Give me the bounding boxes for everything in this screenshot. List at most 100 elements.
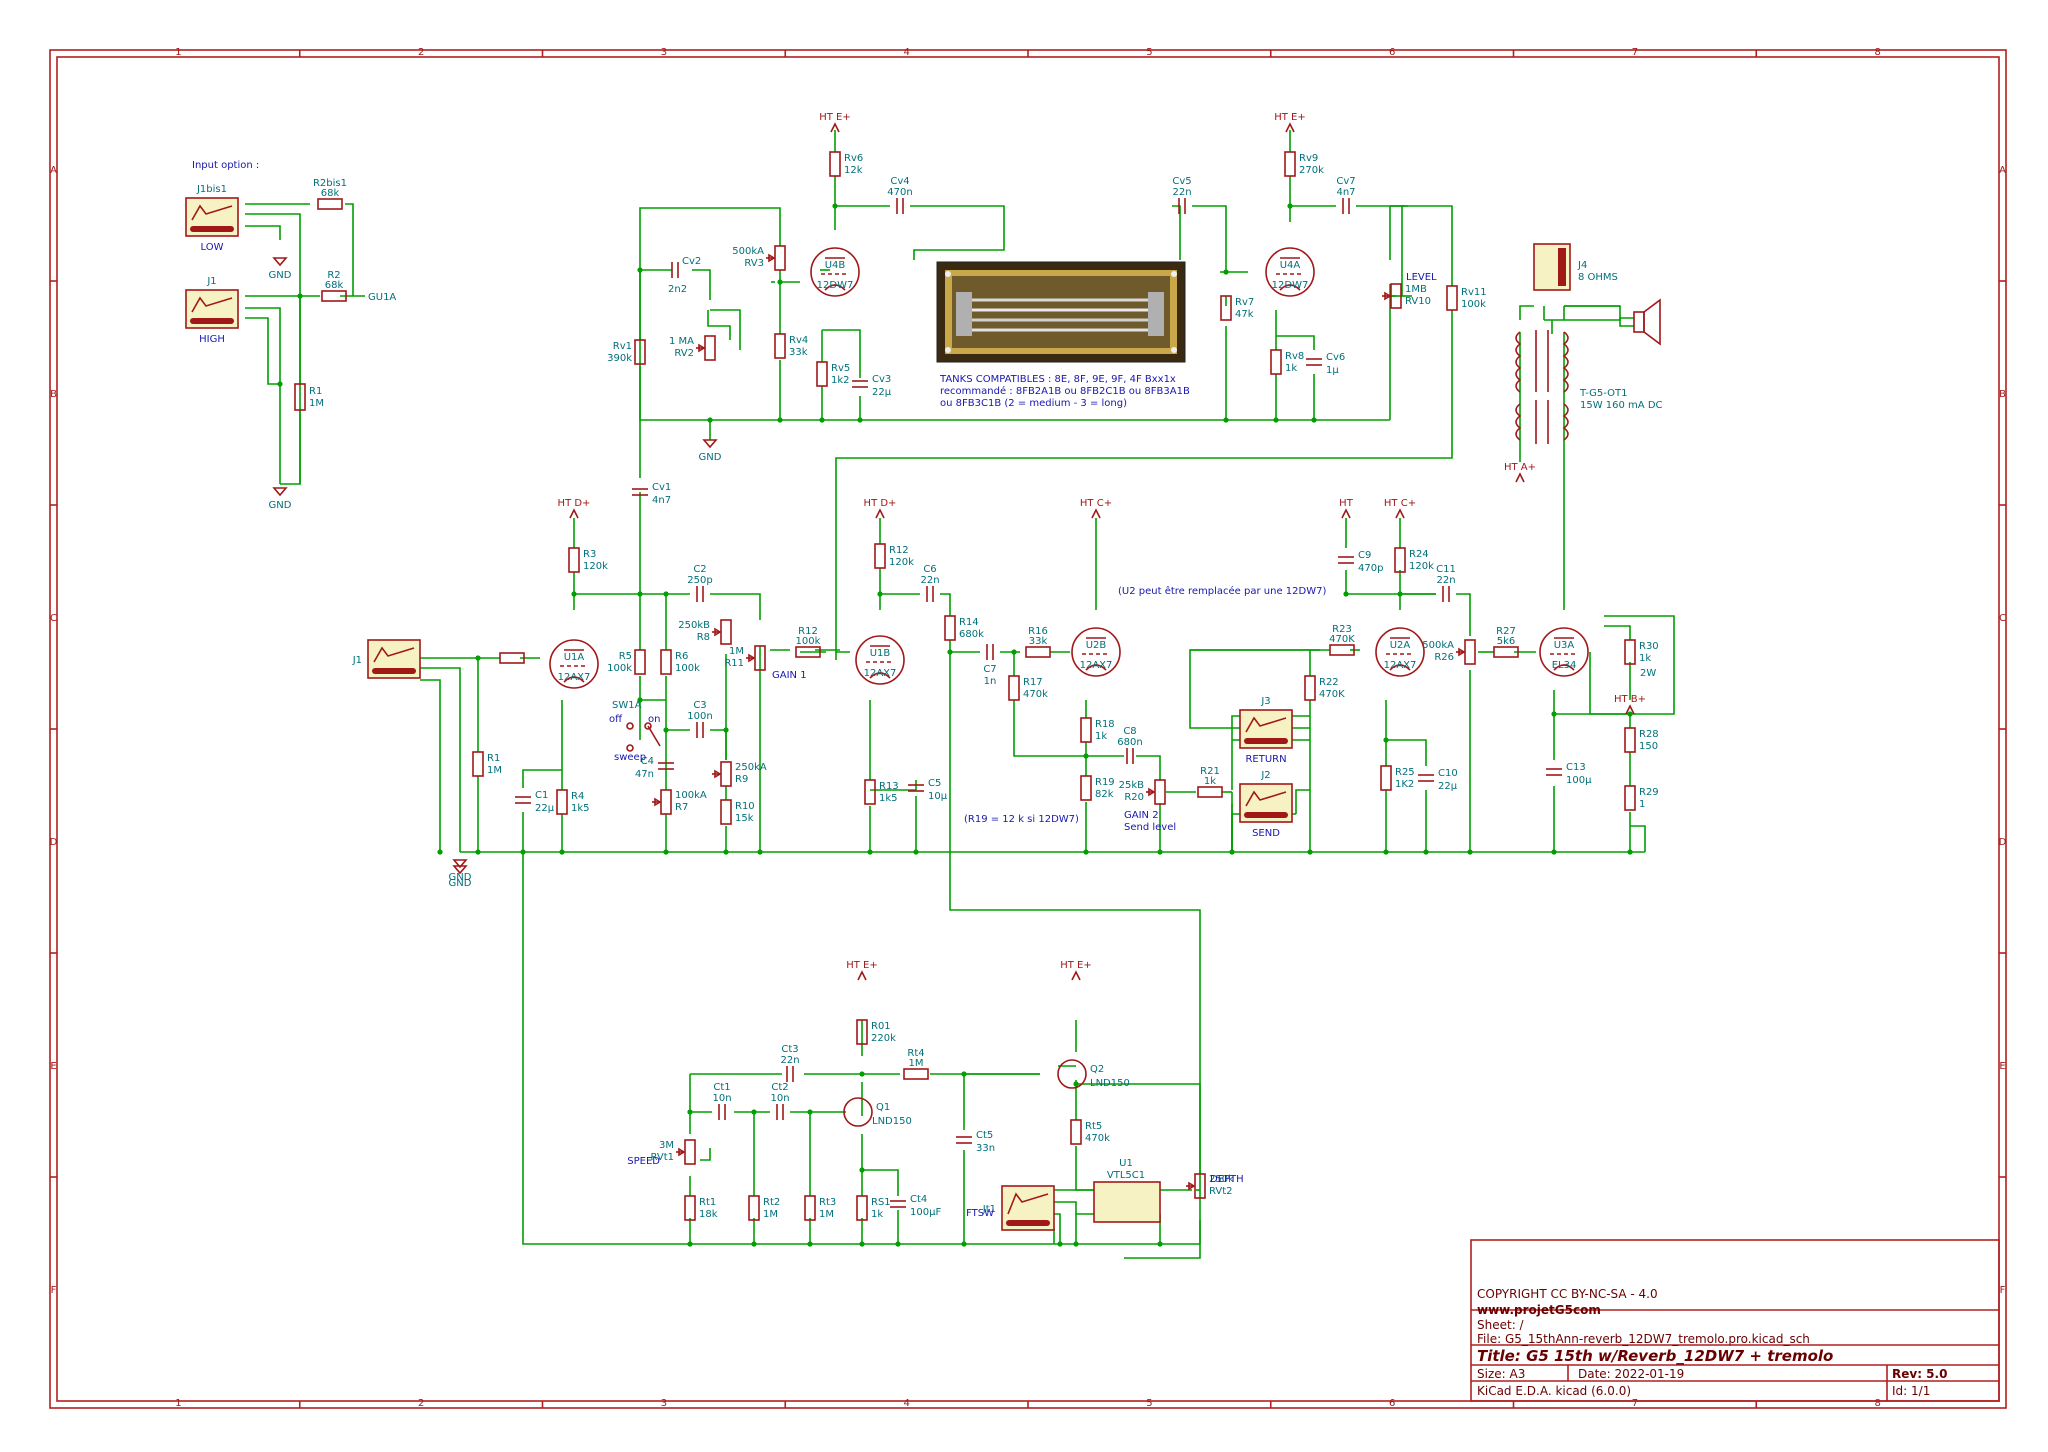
grid-col-bot: 4 xyxy=(903,1398,909,1409)
value-r8: 250kB xyxy=(678,620,710,631)
junction-dot xyxy=(947,649,953,655)
ref-cv5: Cv5 xyxy=(1172,176,1191,187)
value-c13: 100µ xyxy=(1566,775,1592,786)
ref-r1-input: R1 xyxy=(309,386,322,397)
resistor-rt4 xyxy=(903,1068,929,1080)
gnd-label: GND xyxy=(269,270,292,281)
ref-rt1: Rt1 xyxy=(699,1197,716,1208)
ref-u4b: U4B xyxy=(825,260,846,271)
potentiometer-rv3 xyxy=(774,245,786,271)
ref-rv2: RV2 xyxy=(674,348,694,359)
junction-dot xyxy=(777,279,783,285)
ref-r29: R29 xyxy=(1639,787,1659,798)
junction-dot xyxy=(297,293,303,299)
supply-arrow-icon xyxy=(857,970,867,981)
resistor-rs1 xyxy=(856,1195,868,1221)
potentiometer-r26 xyxy=(1464,639,1476,665)
junction-dot xyxy=(637,591,643,597)
junction-dot xyxy=(751,1241,757,1247)
value-u3a: EL34 xyxy=(1552,660,1577,671)
return-label: RETURN xyxy=(1245,754,1286,765)
speaker-icon xyxy=(1633,298,1661,346)
grid-row-right: C xyxy=(1999,613,2006,624)
r19-note: (R19 = 12 k si 12DW7) xyxy=(964,814,1079,825)
grid-row-right: F xyxy=(2000,1285,2006,1296)
junction-dot xyxy=(1057,1241,1063,1247)
value-r19: 82k xyxy=(1095,789,1114,800)
grid-row-right: B xyxy=(1999,389,2006,400)
resistor-r16 xyxy=(1025,646,1051,658)
grid-col-top: 5 xyxy=(1146,47,1152,58)
ref-r24: R24 xyxy=(1409,549,1429,560)
value-u2a: 12AX7 xyxy=(1384,660,1417,671)
value-rv1: 390k xyxy=(607,353,632,364)
junction-dot xyxy=(663,727,669,733)
junction-dot xyxy=(637,267,643,273)
ref-c2: C2 xyxy=(693,564,706,575)
grid-col-top: 1 xyxy=(175,47,181,58)
ref-u4a: U4A xyxy=(1280,260,1301,271)
ref-r26: R26 xyxy=(1434,652,1454,663)
tb-tool: KiCad E.D.A. kicad (6.0.0) xyxy=(1477,1384,1631,1398)
value-ct3: 22n xyxy=(780,1055,799,1066)
junction-dot xyxy=(867,849,873,855)
junction-dot xyxy=(751,1109,757,1115)
grid-col-bot: 5 xyxy=(1146,1398,1152,1409)
gnd-label: GND xyxy=(699,452,722,463)
ref-r6: R6 xyxy=(675,651,688,662)
value-rv5: 1k2 xyxy=(831,375,850,386)
junction-dot xyxy=(723,849,729,855)
resistor-r24 xyxy=(1394,547,1406,573)
value-rv3: 500kA xyxy=(732,246,764,257)
grid-row-left: D xyxy=(50,837,58,848)
jack-j1-sleeve xyxy=(190,318,234,324)
resistor-rv4 xyxy=(774,333,786,359)
junction-dot xyxy=(1627,849,1633,855)
grid-col-top: 6 xyxy=(1389,47,1395,58)
ref-rv7: Rv7 xyxy=(1235,297,1254,308)
value-c8: 680n xyxy=(1117,737,1142,748)
value-rs1: 1k xyxy=(871,1209,883,1220)
r30-power-label: 2W xyxy=(1640,668,1656,679)
ref-c10: C10 xyxy=(1438,768,1458,779)
potentiometer-r7 xyxy=(660,789,672,815)
optocoupler-u1 xyxy=(1093,1181,1161,1223)
resistor-r6 xyxy=(660,649,672,675)
ref-u1: U1 xyxy=(1119,1158,1133,1169)
resistor-r5 xyxy=(634,649,646,675)
reverb-tank-image xyxy=(936,261,1186,363)
supply-label: HT xyxy=(1339,498,1354,509)
supply-label: HT A+ xyxy=(1504,462,1536,473)
resistor-r10 xyxy=(720,799,732,825)
junction-dot xyxy=(1383,849,1389,855)
value-r14: 680k xyxy=(959,629,984,640)
value-u1: VTL5C1 xyxy=(1107,1170,1145,1181)
value-r4: 1k5 xyxy=(571,803,590,814)
value-c11: 22n xyxy=(1436,575,1455,586)
value-j4: 8 OHMS xyxy=(1578,272,1618,283)
switch-contact xyxy=(626,744,634,752)
junction-dot xyxy=(1423,849,1429,855)
switch-lever xyxy=(647,725,661,747)
supply-arrow-icon xyxy=(875,508,885,519)
grid-col-top: 3 xyxy=(661,47,667,58)
junction-dot xyxy=(1343,591,1349,597)
junction-dot xyxy=(819,417,825,423)
resistor-r18 xyxy=(1080,717,1092,743)
gnd-label: GND xyxy=(269,500,292,511)
supply-arrow-icon xyxy=(1091,508,1101,519)
resistor-rv11 xyxy=(1446,285,1458,311)
value-rt5: 470k xyxy=(1085,1133,1110,1144)
junction-dot xyxy=(1307,849,1313,855)
value-r22: 470K xyxy=(1319,689,1345,700)
value-rv2: 1 MA xyxy=(669,336,694,347)
ref-r18: R18 xyxy=(1095,719,1115,730)
junction-dot xyxy=(1083,753,1089,759)
jack-low-label: LOW xyxy=(201,242,224,253)
ref-cv7: Cv7 xyxy=(1336,176,1355,187)
ref-c5: C5 xyxy=(928,778,941,789)
resistor-r29 xyxy=(1624,785,1636,811)
junction-dot xyxy=(877,591,883,597)
junction-dot xyxy=(857,417,863,423)
ref-rvt2: RVt2 xyxy=(1209,1186,1233,1197)
